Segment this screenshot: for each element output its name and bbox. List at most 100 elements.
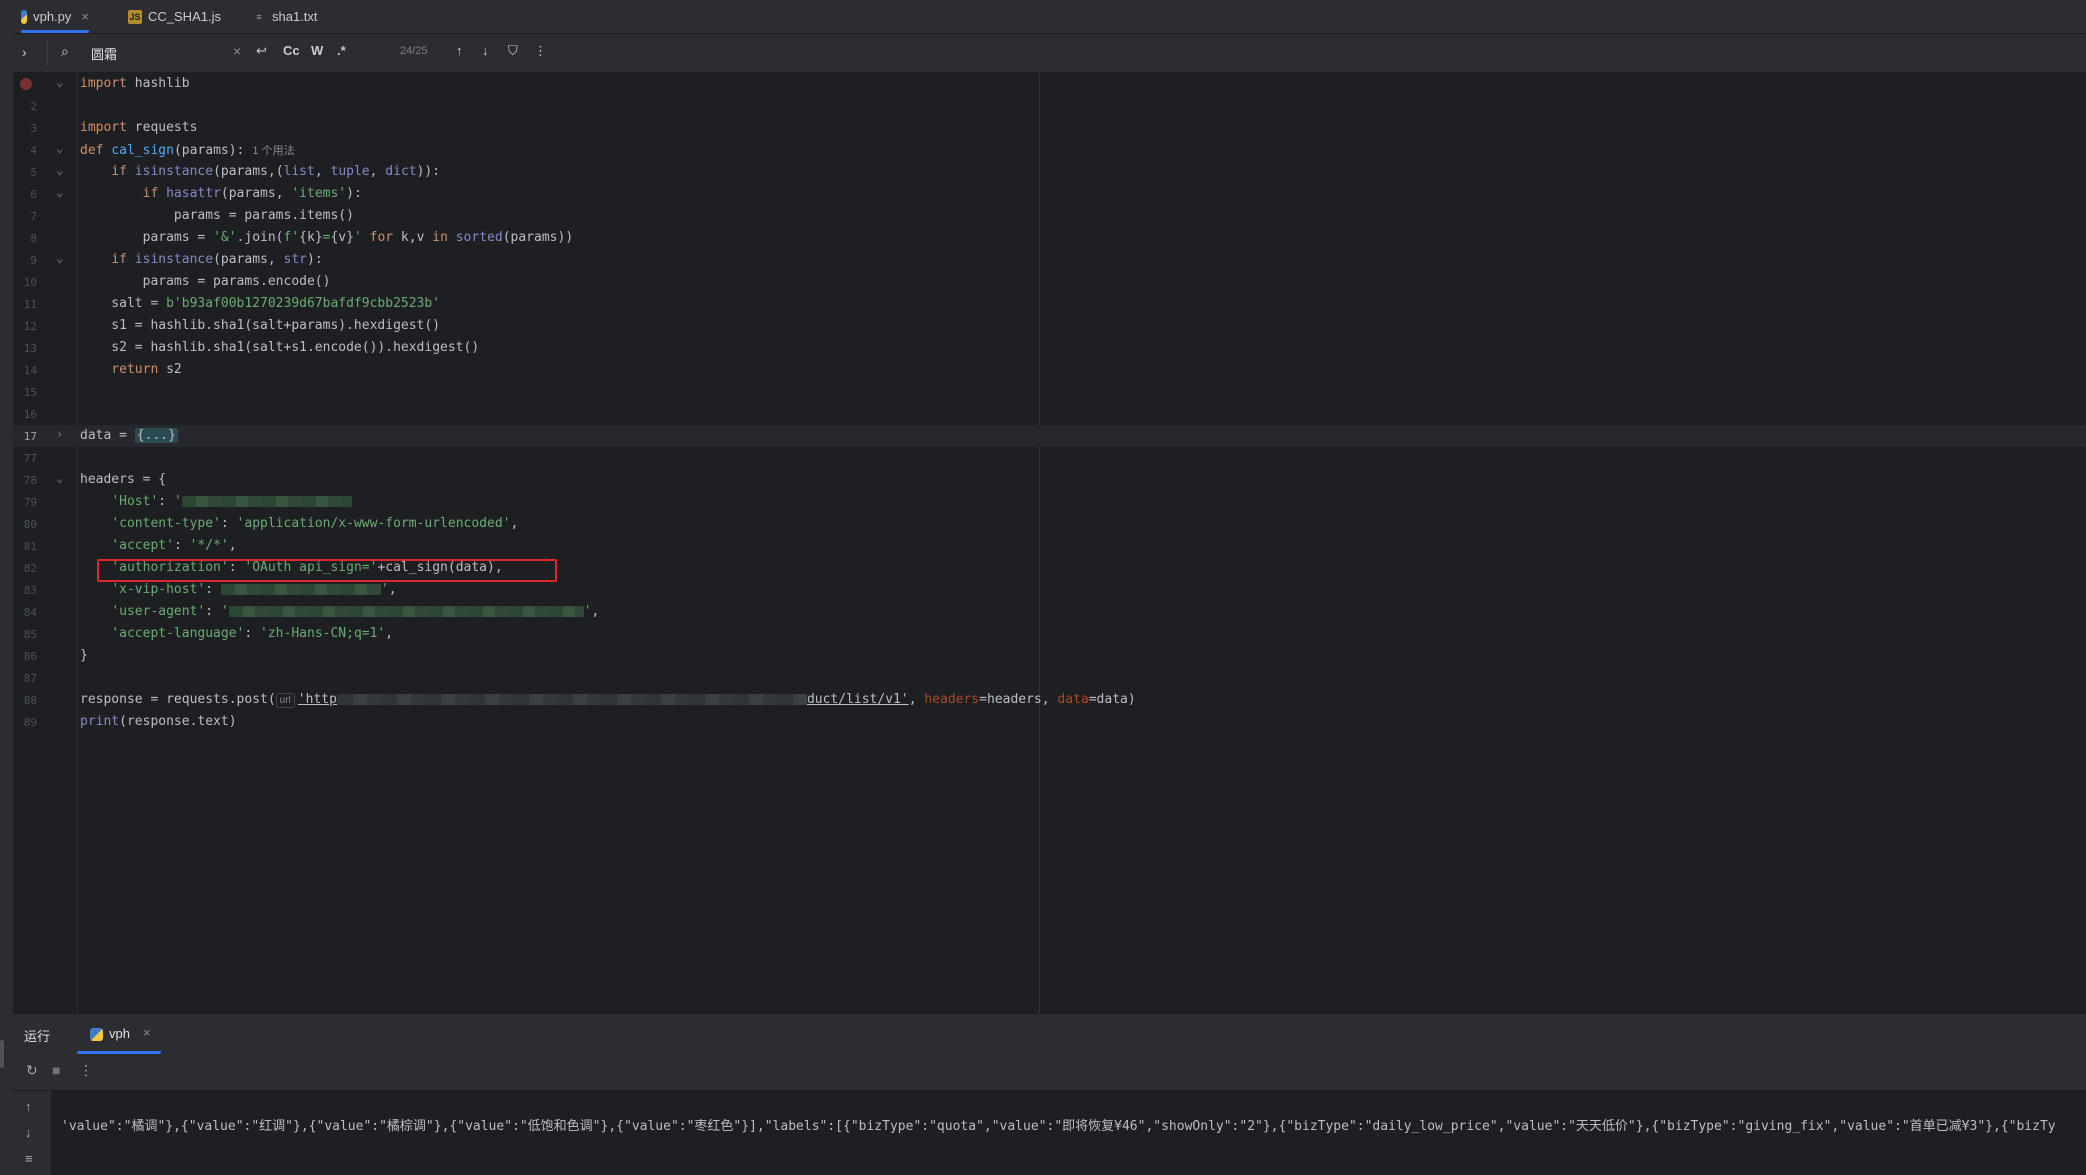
expand-fold-icon[interactable]: › [56,427,63,441]
line-number: 11 [23,298,37,311]
match-counter: 24/25 [400,45,428,57]
collapsed-region[interactable]: {...} [134,428,178,443]
line-number: 87 [23,672,37,685]
code-line: 89 print(response.text) [13,711,2086,733]
line-number: 84 [23,606,37,619]
find-bar: › ⌕ 圆霜 × ↩ Cc W .* 24/25 ↑ ↓ ⛉ ⋮ [13,34,2086,73]
new-line-icon[interactable]: ↩ [256,43,267,59]
filter-icon[interactable]: ⛉ [508,43,518,59]
search-input[interactable]: 圆霜 [91,44,117,63]
code-text: 'accept-language': 'zh-Hans-CN;q=1', [111,626,394,641]
line-number: 9 [30,254,37,267]
scroll-indicator [0,1040,4,1068]
code-line: 85 'accept-language': 'zh-Hans-CN;q=1', [13,623,2086,645]
code-text: 'Host': ' [80,494,352,509]
line-number: 89 [23,716,37,729]
search-icon[interactable]: ⌕ [61,43,69,60]
code-text: data = {...} [80,428,178,443]
scroll-down-icon[interactable]: ↓ [25,1125,32,1140]
fold-icon[interactable]: ⌄ [56,471,63,485]
line-number: 6 [30,188,37,201]
soft-wrap-icon[interactable]: ≡ [25,1151,33,1166]
more-options-icon[interactable]: ⋮ [534,43,547,59]
run-console[interactable]: ↑ ↓ ≡ 'value":"橘调"},{"value":"红调"},{"val… [13,1091,2086,1175]
code-line: 11 salt = b'b93af00b1270239d67bafdf9cbb2… [13,293,2086,315]
url-end[interactable]: duct/list/v1' [807,692,909,707]
left-tool-strip [0,0,14,1175]
python-file-icon [90,1028,103,1041]
fold-icon[interactable]: ⌄ [56,185,63,199]
code-line: 8 params = '&'.join(f'{k}={v}' for k,v i… [13,227,2086,249]
breakpoint-icon[interactable] [20,78,32,90]
fold-icon[interactable]: ⌄ [56,141,63,155]
code-text: if isinstance(params,(list, tuple, dict)… [111,164,441,179]
tab-label: sha1.txt [272,9,318,24]
code-text: return s2 [111,362,182,377]
divider [47,40,48,66]
fold-icon[interactable]: ⌄ [56,75,63,89]
code-line: 79 'Host': ' [13,491,2086,513]
code-line-current: 17 › data = {...} [13,425,2086,447]
code-line: 14 return s2 [13,359,2086,381]
chevron-right-icon[interactable]: › [22,44,27,60]
close-icon[interactable]: × [143,1025,151,1040]
line-number: 2 [30,100,37,113]
js-file-icon: JS [128,9,142,24]
code-line: 7 params = params.items() [13,205,2086,227]
python-file-icon [21,9,28,24]
code-line: 4 ⌄ def cal_sign(params): 1 个用法 [13,139,2086,161]
code-line: 10 params = params.encode() [13,271,2086,293]
code-line: 83 'x-vip-host': ', [13,579,2086,601]
code-text: params = params.encode() [80,274,331,289]
whole-words-button[interactable]: W [311,43,323,58]
line-number: 16 [23,408,37,421]
more-options-icon[interactable]: ⋮ [79,1062,93,1079]
code-line: 81 'accept': '*/*', [13,535,2086,557]
code-line: 16 [13,403,2086,425]
line-number: 86 [23,650,37,663]
fold-icon[interactable]: ⌄ [56,251,63,265]
code-line: ⌄ import hashlib [13,73,2086,95]
code-text: s1 = hashlib.sha1(salt+params).hexdigest… [80,318,441,333]
code-line: 5 ⌄ if isinstance(params,(list, tuple, di… [13,161,2086,183]
rerun-icon[interactable]: ↻ [26,1062,38,1079]
clear-icon[interactable]: × [233,43,241,59]
tab-vph-py[interactable]: vph.py × [21,0,89,33]
match-case-button[interactable]: Cc [283,43,300,58]
usages-inlay-hint[interactable]: 1 个用法 [252,145,294,157]
code-text: import requests [80,120,198,135]
arrow-up-icon[interactable]: ↑ [456,43,463,58]
highlight-box [97,559,557,582]
regex-button[interactable]: .* [337,43,346,58]
stop-icon[interactable]: ■ [52,1062,60,1078]
arrow-down-icon[interactable]: ↓ [482,43,489,58]
code-line: 80 'content-type': 'application/x-www-fo… [13,513,2086,535]
code-line: 77 [13,447,2086,469]
redacted-region [228,606,584,617]
code-text: 'content-type': 'application/x-www-form-… [111,516,519,531]
code-text: def cal_sign(params): 1 个用法 [80,143,295,158]
fold-icon[interactable]: ⌄ [56,163,63,177]
code-line: 87 [13,667,2086,689]
code-editor[interactable]: ⌄ import hashlib 2 3 import requests 4 ⌄ de… [13,73,2086,1013]
url-start[interactable]: 'http [298,692,337,707]
line-number: 17 [23,430,37,443]
line-number: 78 [23,474,37,487]
line-number: 79 [23,496,37,509]
line-number: 8 [30,232,37,245]
line-number: 15 [23,386,37,399]
code-text: if hasattr(params, 'items'): [142,186,362,201]
code-text: salt = b'b93af00b1270239d67bafdf9cbb2523… [80,296,441,311]
scroll-up-icon[interactable]: ↑ [25,1099,32,1114]
tab-run-vph[interactable]: vph × [77,1014,161,1054]
code-line: 12 s1 = hashlib.sha1(salt+params).hexdig… [13,315,2086,337]
run-panel-label: 运行 [24,1029,51,1044]
editor-tabs: vph.py × JS CC_SHA1.js ≡ sha1.txt [13,0,2086,34]
code-line: 2 [13,95,2086,117]
line-number: 81 [23,540,37,553]
close-icon[interactable]: × [81,9,89,24]
tab-cc-sha1-js[interactable]: JS CC_SHA1.js [128,0,221,33]
code-text: s2 = hashlib.sha1(salt+s1.encode()).hexd… [80,340,480,355]
code-text: 'accept': '*/*', [111,538,237,553]
tab-sha1-txt[interactable]: ≡ sha1.txt [252,0,318,33]
